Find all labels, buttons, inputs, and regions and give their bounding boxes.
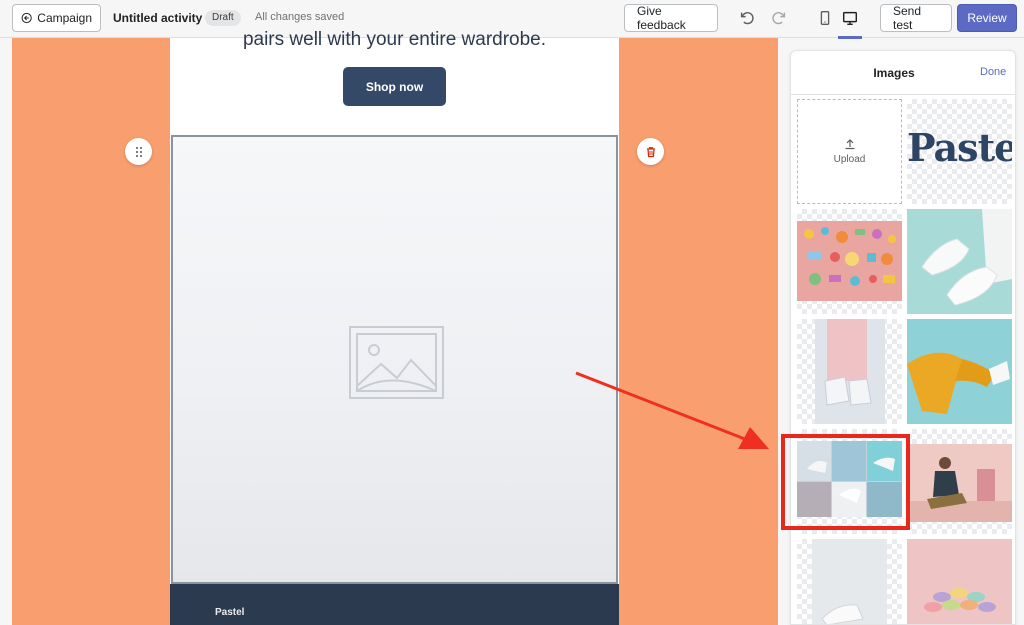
email-tagline[interactable]: pairs well with your entire wardrobe. — [170, 29, 619, 51]
upload-tile[interactable]: Upload — [797, 99, 902, 204]
upload-icon — [845, 139, 854, 150]
delete-block-button[interactable] — [637, 138, 664, 165]
yellow-pants-photo — [907, 319, 1012, 424]
done-button[interactable]: Done — [980, 66, 1006, 78]
active-device-indicator — [838, 36, 862, 39]
image-thumbnail-wordmark[interactable]: Pastel — [907, 99, 1012, 204]
image-thumbnail-yellow-pants[interactable] — [907, 319, 1012, 424]
review-button[interactable]: Review — [957, 4, 1017, 32]
brand-wordmark: Pastel — [907, 125, 1012, 170]
white-shoe-photo — [812, 539, 887, 624]
flatlay-photo — [797, 221, 902, 301]
give-feedback-button[interactable]: Give feedback — [624, 4, 718, 32]
shop-now-button[interactable]: Shop now — [343, 67, 446, 106]
model-photo — [907, 444, 1012, 522]
trousers-photo — [815, 319, 885, 424]
footer-brand-name: Pastel — [215, 607, 245, 618]
upload-label: Upload — [833, 154, 866, 165]
image-placeholder-icon — [349, 326, 444, 399]
image-thumbnail-seated-model[interactable] — [907, 429, 1012, 534]
image-block[interactable] — [171, 135, 618, 584]
email-footer[interactable]: Pastel — [170, 584, 619, 625]
desktop-preview-icon[interactable] — [840, 8, 860, 28]
image-thumbnail-pink-trousers[interactable] — [797, 319, 902, 424]
email-body: pairs well with your entire wardrobe. Sh… — [170, 29, 619, 625]
activity-title[interactable]: Untitled activity — [113, 11, 202, 25]
images-panel-title: Images — [873, 66, 915, 80]
annotation-arrow — [575, 371, 769, 449]
highlight-box — [781, 434, 910, 530]
trash-icon — [646, 146, 655, 157]
sneakers-photo — [907, 209, 1012, 314]
redo-icon[interactable] — [769, 8, 789, 28]
grip-dots-icon — [135, 146, 142, 157]
mobile-preview-icon[interactable] — [815, 8, 835, 28]
undo-icon[interactable] — [737, 8, 757, 28]
image-thumbnail-macarons[interactable] — [907, 539, 1012, 624]
image-thumbnail-white-shoe[interactable] — [797, 539, 902, 624]
status-badge: Draft — [205, 10, 241, 26]
back-button-label: Campaign — [37, 11, 92, 25]
send-test-button[interactable]: Send test — [880, 4, 952, 32]
image-thumbnail-sneakers[interactable] — [907, 209, 1012, 314]
macarons-photo — [907, 539, 1012, 624]
back-to-campaign-button[interactable]: Campaign — [12, 4, 101, 32]
image-thumbnail-flatlay[interactable] — [797, 209, 902, 314]
back-arrow-icon — [21, 12, 32, 24]
images-panel-header: Images Done — [791, 51, 1015, 95]
images-panel: Images Done Upload Pastel — [790, 50, 1016, 625]
editor-canvas: pairs well with your entire wardrobe. Sh… — [12, 29, 778, 625]
save-status: All changes saved — [255, 11, 345, 23]
drag-handle-icon[interactable] — [125, 138, 152, 165]
